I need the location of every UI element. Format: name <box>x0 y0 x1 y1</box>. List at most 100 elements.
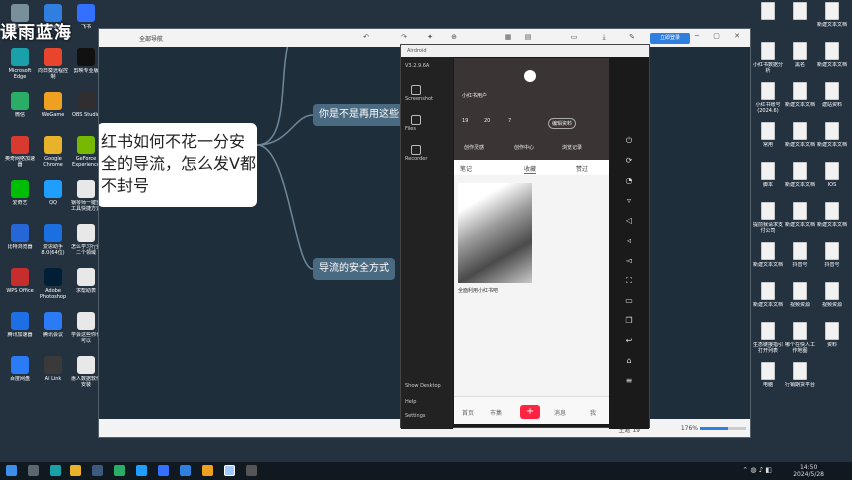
desktop-file-icon[interactable] <box>752 2 784 22</box>
desktop-icon[interactable]: WPS Office <box>4 268 36 294</box>
chrome-taskbar-icon[interactable] <box>70 465 81 476</box>
desktop-icon[interactable]: Ai Link <box>37 356 69 382</box>
child-node-1[interactable]: 你是不是再用这些 <box>313 104 405 126</box>
action-inspiration[interactable]: 创作灵感 <box>464 144 484 151</box>
keyboard-icon[interactable]: ▭ <box>623 295 635 307</box>
desktop-file-icon[interactable]: 哪个在快人工作地图 <box>784 322 816 354</box>
desktop-file-icon[interactable]: 抖音号 <box>816 242 848 268</box>
desktop-file-icon[interactable]: IOS <box>816 162 848 188</box>
wegame-taskbar-icon[interactable] <box>202 465 213 476</box>
feishu-taskbar-icon[interactable] <box>158 465 169 476</box>
action-history[interactable]: 浏览记录 <box>562 144 582 151</box>
desktop-file-icon[interactable] <box>784 2 816 22</box>
action-creator-center[interactable]: 创作中心 <box>514 144 534 151</box>
desktop-file-icon[interactable]: 抖音号 <box>784 242 816 268</box>
fullscreen-icon[interactable]: ⛶ <box>623 275 635 287</box>
window-controls[interactable]: ─ ▢ ✕ <box>695 32 746 40</box>
tab-collect[interactable]: 收藏 <box>524 164 537 174</box>
nav-me[interactable]: 我 <box>590 408 596 417</box>
settings-button[interactable]: Settings <box>405 413 449 419</box>
desktop-file-icon[interactable]: 常用 <box>752 122 784 148</box>
desktop-icon[interactable]: 腾讯加速器 <box>4 312 36 338</box>
desktop-file-icon[interactable]: 小红书账号(2024.6) <box>752 82 784 114</box>
edge-taskbar-icon[interactable] <box>50 465 61 476</box>
desktop-file-icon[interactable]: 生态链接指引打开列表 <box>752 322 784 354</box>
todesk-taskbar-icon[interactable] <box>180 465 191 476</box>
volume-up-icon[interactable]: ◁ <box>623 215 635 227</box>
desktop-icon[interactable]: WeGame <box>37 92 69 118</box>
note-caption[interactable]: 全面利用小红书吧 <box>458 287 532 294</box>
copy-icon[interactable]: ❐ <box>623 315 635 327</box>
redo-icon[interactable]: ↷ <box>399 32 409 42</box>
desktop-file-icon[interactable]: 黑名 <box>784 42 816 68</box>
desktop-file-icon[interactable]: 新建文本文档 <box>752 282 784 308</box>
desktop-icon[interactable]: 爱思助手8.0(64位) <box>37 224 69 256</box>
desktop-file-icon[interactable]: 提前我请求支付公司 <box>752 202 784 234</box>
recorder-button[interactable]: Recorder <box>405 145 449 162</box>
avatar[interactable] <box>524 70 536 82</box>
format-icon[interactable]: ✦ <box>425 32 435 42</box>
desktop-icon[interactable]: 微信 <box>4 92 36 118</box>
desktop-file-icon[interactable]: 视频资源 <box>784 282 816 308</box>
note-cover-image[interactable] <box>458 183 532 283</box>
desktop-file-icon[interactable]: 新建文本文档 <box>816 122 848 148</box>
zoom-slider[interactable] <box>700 427 746 430</box>
desktop-icon[interactable]: 向日葵远程控制 <box>37 48 69 80</box>
trash-icon[interactable]: ▿ <box>623 195 635 207</box>
desktop-file-icon[interactable]: 新建文本文档 <box>784 122 816 148</box>
help-button[interactable]: Help <box>405 399 449 405</box>
layout-icon[interactable]: ▦ <box>503 32 513 42</box>
theme-icon[interactable]: ⊕ <box>449 32 459 42</box>
obs-taskbar-icon[interactable] <box>246 465 257 476</box>
mute-icon[interactable]: ◅ <box>623 255 635 267</box>
power-icon[interactable]: ⏻ <box>623 135 635 147</box>
desktop-icon[interactable]: QQ <box>37 180 69 206</box>
menu-icon[interactable]: ≡ <box>623 375 635 387</box>
start-icon[interactable] <box>6 465 17 476</box>
desktop-icon[interactable]: 百度网盘 <box>4 356 36 382</box>
zoom-level[interactable]: 176% <box>681 425 698 432</box>
phone-screen[interactable]: 小红书用户 19 20 7 编辑资料 创作灵感 创作中心 浏览记录 笔记 收藏 … <box>454 58 610 424</box>
desktop-icon[interactable]: Microsoft Edge <box>4 48 36 80</box>
qq-taskbar-icon[interactable] <box>136 465 147 476</box>
root-node[interactable]: 红书如何不花一分安全的导流，怎么发V都不封号 <box>99 123 257 207</box>
back-icon[interactable]: ↩ <box>623 335 635 347</box>
desktop-file-icon[interactable]: 新建文本文档 <box>784 202 816 228</box>
desktop-file-icon[interactable]: 新建文本文档 <box>816 2 848 28</box>
desktop-file-icon[interactable]: 资料 <box>816 322 848 348</box>
desktop-icon[interactable]: Adobe Photoshop <box>37 268 69 300</box>
clock[interactable]: 14:50 2024/5/28 <box>793 464 824 478</box>
volume-down-icon[interactable]: ◃ <box>623 235 635 247</box>
screenshot-button[interactable]: Screenshot <box>405 85 449 102</box>
files-button[interactable]: Files <box>405 115 449 132</box>
desktop-file-icon[interactable]: 电脑 <box>752 362 784 388</box>
insert-icon[interactable]: ▤ <box>523 32 533 42</box>
wechat-taskbar-icon[interactable] <box>114 465 125 476</box>
desktop-file-icon[interactable]: 行销期货平台 <box>784 362 816 388</box>
desktop-file-icon[interactable]: 新建文本文档 <box>816 202 848 228</box>
desktop-file-icon[interactable]: 新建文本文档 <box>784 162 816 188</box>
tray-icons[interactable]: ⌃ ◍ ♪ ◧ <box>742 466 772 474</box>
desktop-icon[interactable]: 比特浏览器 <box>4 224 36 250</box>
undo-icon[interactable]: ↶ <box>361 32 371 42</box>
tab-liked[interactable]: 赞过 <box>576 164 588 173</box>
desktop-file-icon[interactable]: 新建文本文档 <box>752 242 784 268</box>
login-button[interactable]: 立即登录 <box>650 33 690 44</box>
nav-messages[interactable]: 消息 <box>554 408 566 417</box>
mirror-taskbar-icon[interactable] <box>224 465 235 476</box>
desktop-icon[interactable]: Google Chrome <box>37 136 69 168</box>
desktop-file-icon[interactable]: 小红书数据分析 <box>752 42 784 74</box>
home-icon[interactable]: ⌂ <box>623 355 635 367</box>
desktop-icon[interactable]: 飞书 <box>70 4 102 30</box>
share-icon[interactable]: ▭ <box>569 32 579 42</box>
edit-profile-button[interactable]: 编辑资料 <box>548 118 577 129</box>
lock-icon[interactable]: ◔ <box>623 175 635 187</box>
rotate-icon[interactable]: ⟳ <box>623 155 635 167</box>
search-icon[interactable] <box>28 465 39 476</box>
desktop-file-icon[interactable]: 建站资料 <box>816 82 848 108</box>
desktop-icon[interactable]: 爱奇艺 <box>4 180 36 206</box>
export-icon[interactable]: ⤓ <box>599 32 609 42</box>
show-desktop-button[interactable]: Show Desktop <box>405 383 449 389</box>
tab-notes[interactable]: 笔记 <box>460 164 472 173</box>
desktop-file-icon[interactable]: 视频资源 <box>816 282 848 308</box>
